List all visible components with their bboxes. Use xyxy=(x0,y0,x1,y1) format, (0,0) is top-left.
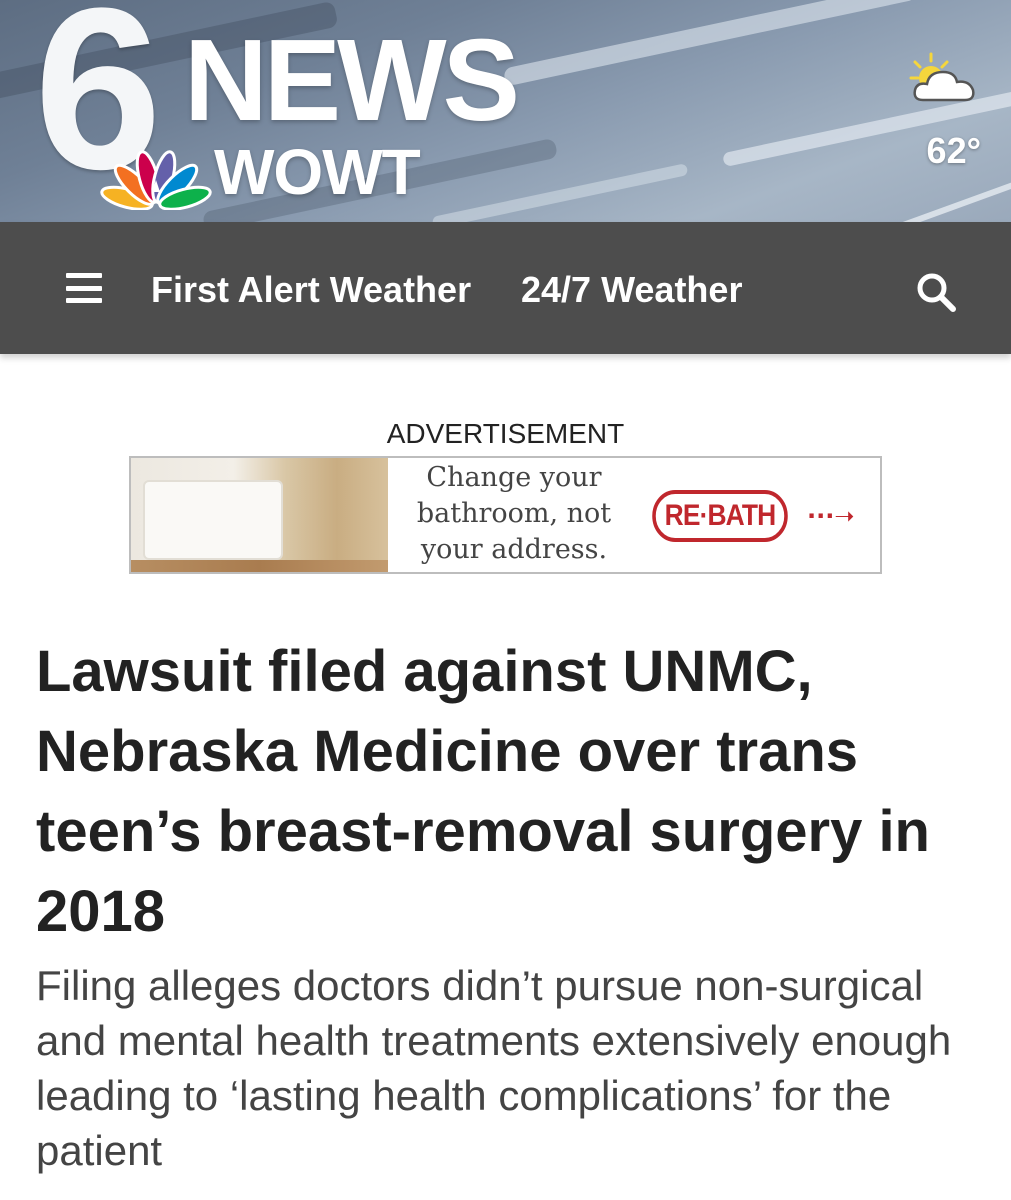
ad-bathroom-photo xyxy=(131,458,388,572)
advertisement-banner[interactable]: Change your bathroom, not your address. … xyxy=(129,456,882,574)
logo-news-text: NEWS xyxy=(184,15,520,145)
advertisement-label: ADVERTISEMENT xyxy=(386,418,625,449)
ad-copy-line: your address. xyxy=(420,534,608,565)
logo-station-text: WOWT xyxy=(214,136,421,208)
nav-link-24-7-weather[interactable]: 24/7 Weather xyxy=(521,270,742,310)
ad-arrow-icon: ···➝ xyxy=(807,502,855,530)
search-icon[interactable] xyxy=(914,270,958,314)
header-banner: 6 NEWS WOWT 62° xyxy=(0,0,1011,222)
partly-cloudy-icon xyxy=(909,52,975,102)
article-subheadline: Filing alleges doctors didn’t pursue non… xyxy=(36,962,952,1174)
ad-copy-line: Change your xyxy=(426,462,602,493)
ad-copy: Change your bathroom, not your address. xyxy=(399,460,629,568)
weather-widget[interactable]: 62° xyxy=(901,52,981,172)
station-logo[interactable]: 6 NEWS WOWT xyxy=(34,0,634,210)
weather-temperature: 62° xyxy=(926,130,981,171)
nav-link-first-alert-weather[interactable]: First Alert Weather xyxy=(151,270,471,310)
article-headline: Lawsuit filed against UNMC, Nebraska Med… xyxy=(36,639,930,944)
main-nav-bar: First Alert Weather 24/7 Weather xyxy=(0,222,1011,354)
hamburger-menu-icon[interactable] xyxy=(66,273,102,303)
ad-copy-line: bathroom, not xyxy=(416,498,612,529)
rebath-logo: RE·BATH xyxy=(652,490,788,542)
nbc-peacock-icon xyxy=(100,150,212,210)
